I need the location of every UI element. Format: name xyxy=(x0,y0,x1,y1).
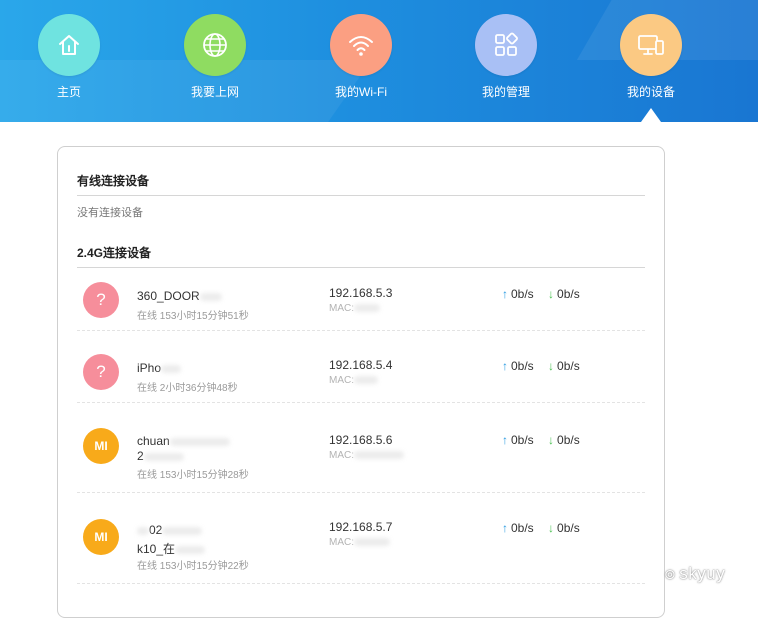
device-row[interactable]: MI 02 k10_在 在线 153小时15分钟22秒 192.168.5.7 … xyxy=(77,494,645,584)
redacted-blur xyxy=(199,292,222,301)
xiaomi-device-icon: MI xyxy=(83,519,119,555)
device-name-text: 02 xyxy=(149,523,163,537)
row-divider xyxy=(77,402,645,403)
redacted-blur xyxy=(354,538,390,547)
device-mac: MAC: xyxy=(329,537,390,548)
nav-label-internet: 我要上网 xyxy=(190,85,239,99)
device-ip: 192.168.5.3 xyxy=(329,286,393,300)
download-arrow-icon: ↓ xyxy=(548,359,555,373)
nav-label-management: 我的管理 xyxy=(481,85,530,99)
device-row[interactable]: ? 360_DOOR 在线 153小时15分钟51秒 192.168.5.3 M… xyxy=(77,268,645,331)
upload-speed: 0b/s xyxy=(511,287,534,301)
wifi-icon xyxy=(330,14,392,76)
device-name: 02 xyxy=(137,523,203,537)
nav-item-home[interactable]: 主页 xyxy=(19,14,119,106)
active-tab-indicator xyxy=(641,108,661,122)
device-row[interactable]: ? iPho 在线 2小时36分钟48秒 192.168.5.4 MAC: ↑ 0… xyxy=(77,332,645,403)
device-name-line2-text: 2 xyxy=(137,449,144,463)
download-speed: 0b/s xyxy=(557,433,580,447)
download-arrow-icon: ↓ xyxy=(548,433,555,447)
device-mac-label: MAC: xyxy=(329,450,354,461)
device-speed: ↑ 0b/s ↓ 0b/s xyxy=(502,359,580,373)
divider xyxy=(77,195,645,196)
nav-label-wifi: 我的Wi-Fi xyxy=(335,85,387,99)
download-speed: 0b/s xyxy=(557,521,580,535)
device-name-line2: k10_在 xyxy=(137,540,206,557)
unknown-device-icon: ? xyxy=(83,354,119,390)
weibo-logo-icon: ⊚ xyxy=(664,566,677,582)
redacted-blur xyxy=(169,437,230,446)
watermark-text: skyuy xyxy=(679,564,726,583)
nav-label-devices: 我的设备 xyxy=(626,85,675,99)
nav-item-management[interactable]: 我的管理 xyxy=(456,14,556,106)
device-mac: MAC: xyxy=(329,450,404,461)
device-online-status: 在线 153小时15分钟51秒 xyxy=(137,311,249,322)
device-online-status: 在线 153小时15分钟28秒 xyxy=(137,470,249,481)
wifi24-section-title: 2.4G连接设备 xyxy=(77,246,152,260)
device-list-panel: 有线连接设备 没有连接设备 2.4G连接设备 ? 360_DOOR 在线 153… xyxy=(57,146,665,618)
device-mac-label: MAC: xyxy=(329,303,354,314)
nav-item-devices[interactable]: 我的设备 xyxy=(601,14,701,106)
download-speed: 0b/s xyxy=(557,287,580,301)
device-mac-label: MAC: xyxy=(329,375,354,386)
device-name-text: chuan xyxy=(137,434,170,448)
upload-speed: 0b/s xyxy=(511,433,534,447)
device-speed: ↑ 0b/s ↓ 0b/s xyxy=(502,521,580,535)
home-icon xyxy=(38,14,100,76)
redacted-blur xyxy=(354,376,378,385)
upload-arrow-icon: ↑ xyxy=(502,433,508,447)
download-arrow-icon: ↓ xyxy=(548,521,555,535)
device-online-status: 在线 153小时15分钟22秒 xyxy=(137,561,249,572)
device-name: iPho xyxy=(137,361,182,375)
xiaomi-device-icon: MI xyxy=(83,428,119,464)
device-speed: ↑ 0b/s ↓ 0b/s xyxy=(502,287,580,301)
unknown-device-icon: ? xyxy=(83,282,119,318)
device-name-text: 360_DOOR xyxy=(137,289,200,303)
device-ip: 192.168.5.6 xyxy=(329,433,393,447)
device-ip: 192.168.5.7 xyxy=(329,520,393,534)
row-divider xyxy=(77,583,645,584)
wired-empty-text: 没有连接设备 xyxy=(77,207,143,219)
redacted-blur xyxy=(354,451,404,460)
device-name-line2-text: k10_在 xyxy=(137,542,176,556)
globe-icon xyxy=(184,14,246,76)
device-online-status: 在线 2小时36分钟48秒 xyxy=(137,383,238,394)
redacted-blur xyxy=(137,526,149,535)
monitor-phone-icon xyxy=(620,14,682,76)
device-name-text: iPho xyxy=(137,361,162,375)
nav-label-home: 主页 xyxy=(56,85,81,99)
download-speed: 0b/s xyxy=(557,359,580,373)
nav-item-wifi[interactable]: 我的Wi-Fi xyxy=(311,14,411,106)
upload-arrow-icon: ↑ xyxy=(502,359,508,373)
top-navigation-bar: 主页 我要上网 我的Wi-Fi 我的管理 我的设备 xyxy=(0,0,758,122)
row-divider xyxy=(77,492,645,493)
device-ip: 192.168.5.4 xyxy=(329,358,393,372)
redacted-blur xyxy=(354,304,380,313)
upload-speed: 0b/s xyxy=(511,359,534,373)
redacted-blur xyxy=(161,364,182,373)
row-divider xyxy=(77,330,645,331)
wired-section-title: 有线连接设备 xyxy=(77,174,150,188)
redacted-blur xyxy=(162,526,203,535)
redacted-blur xyxy=(143,452,184,461)
redacted-blur xyxy=(175,545,206,554)
upload-arrow-icon: ↑ xyxy=(502,287,508,301)
watermark: ⊚ skyuy xyxy=(664,564,725,584)
device-speed: ↑ 0b/s ↓ 0b/s xyxy=(502,433,580,447)
nav-item-internet[interactable]: 我要上网 xyxy=(165,14,265,106)
download-arrow-icon: ↓ xyxy=(548,287,555,301)
device-name: chuan xyxy=(137,434,230,448)
grid-icon xyxy=(475,14,537,76)
device-row[interactable]: MI chuan 2 在线 153小时15分钟28秒 192.168.5.6 M… xyxy=(77,404,645,493)
device-mac: MAC: xyxy=(329,303,380,314)
upload-speed: 0b/s xyxy=(511,521,534,535)
device-name: 360_DOOR xyxy=(137,289,222,303)
device-mac-label: MAC: xyxy=(329,537,354,548)
device-mac: MAC: xyxy=(329,375,378,386)
device-name-line2: 2 xyxy=(137,449,184,463)
upload-arrow-icon: ↑ xyxy=(502,521,508,535)
